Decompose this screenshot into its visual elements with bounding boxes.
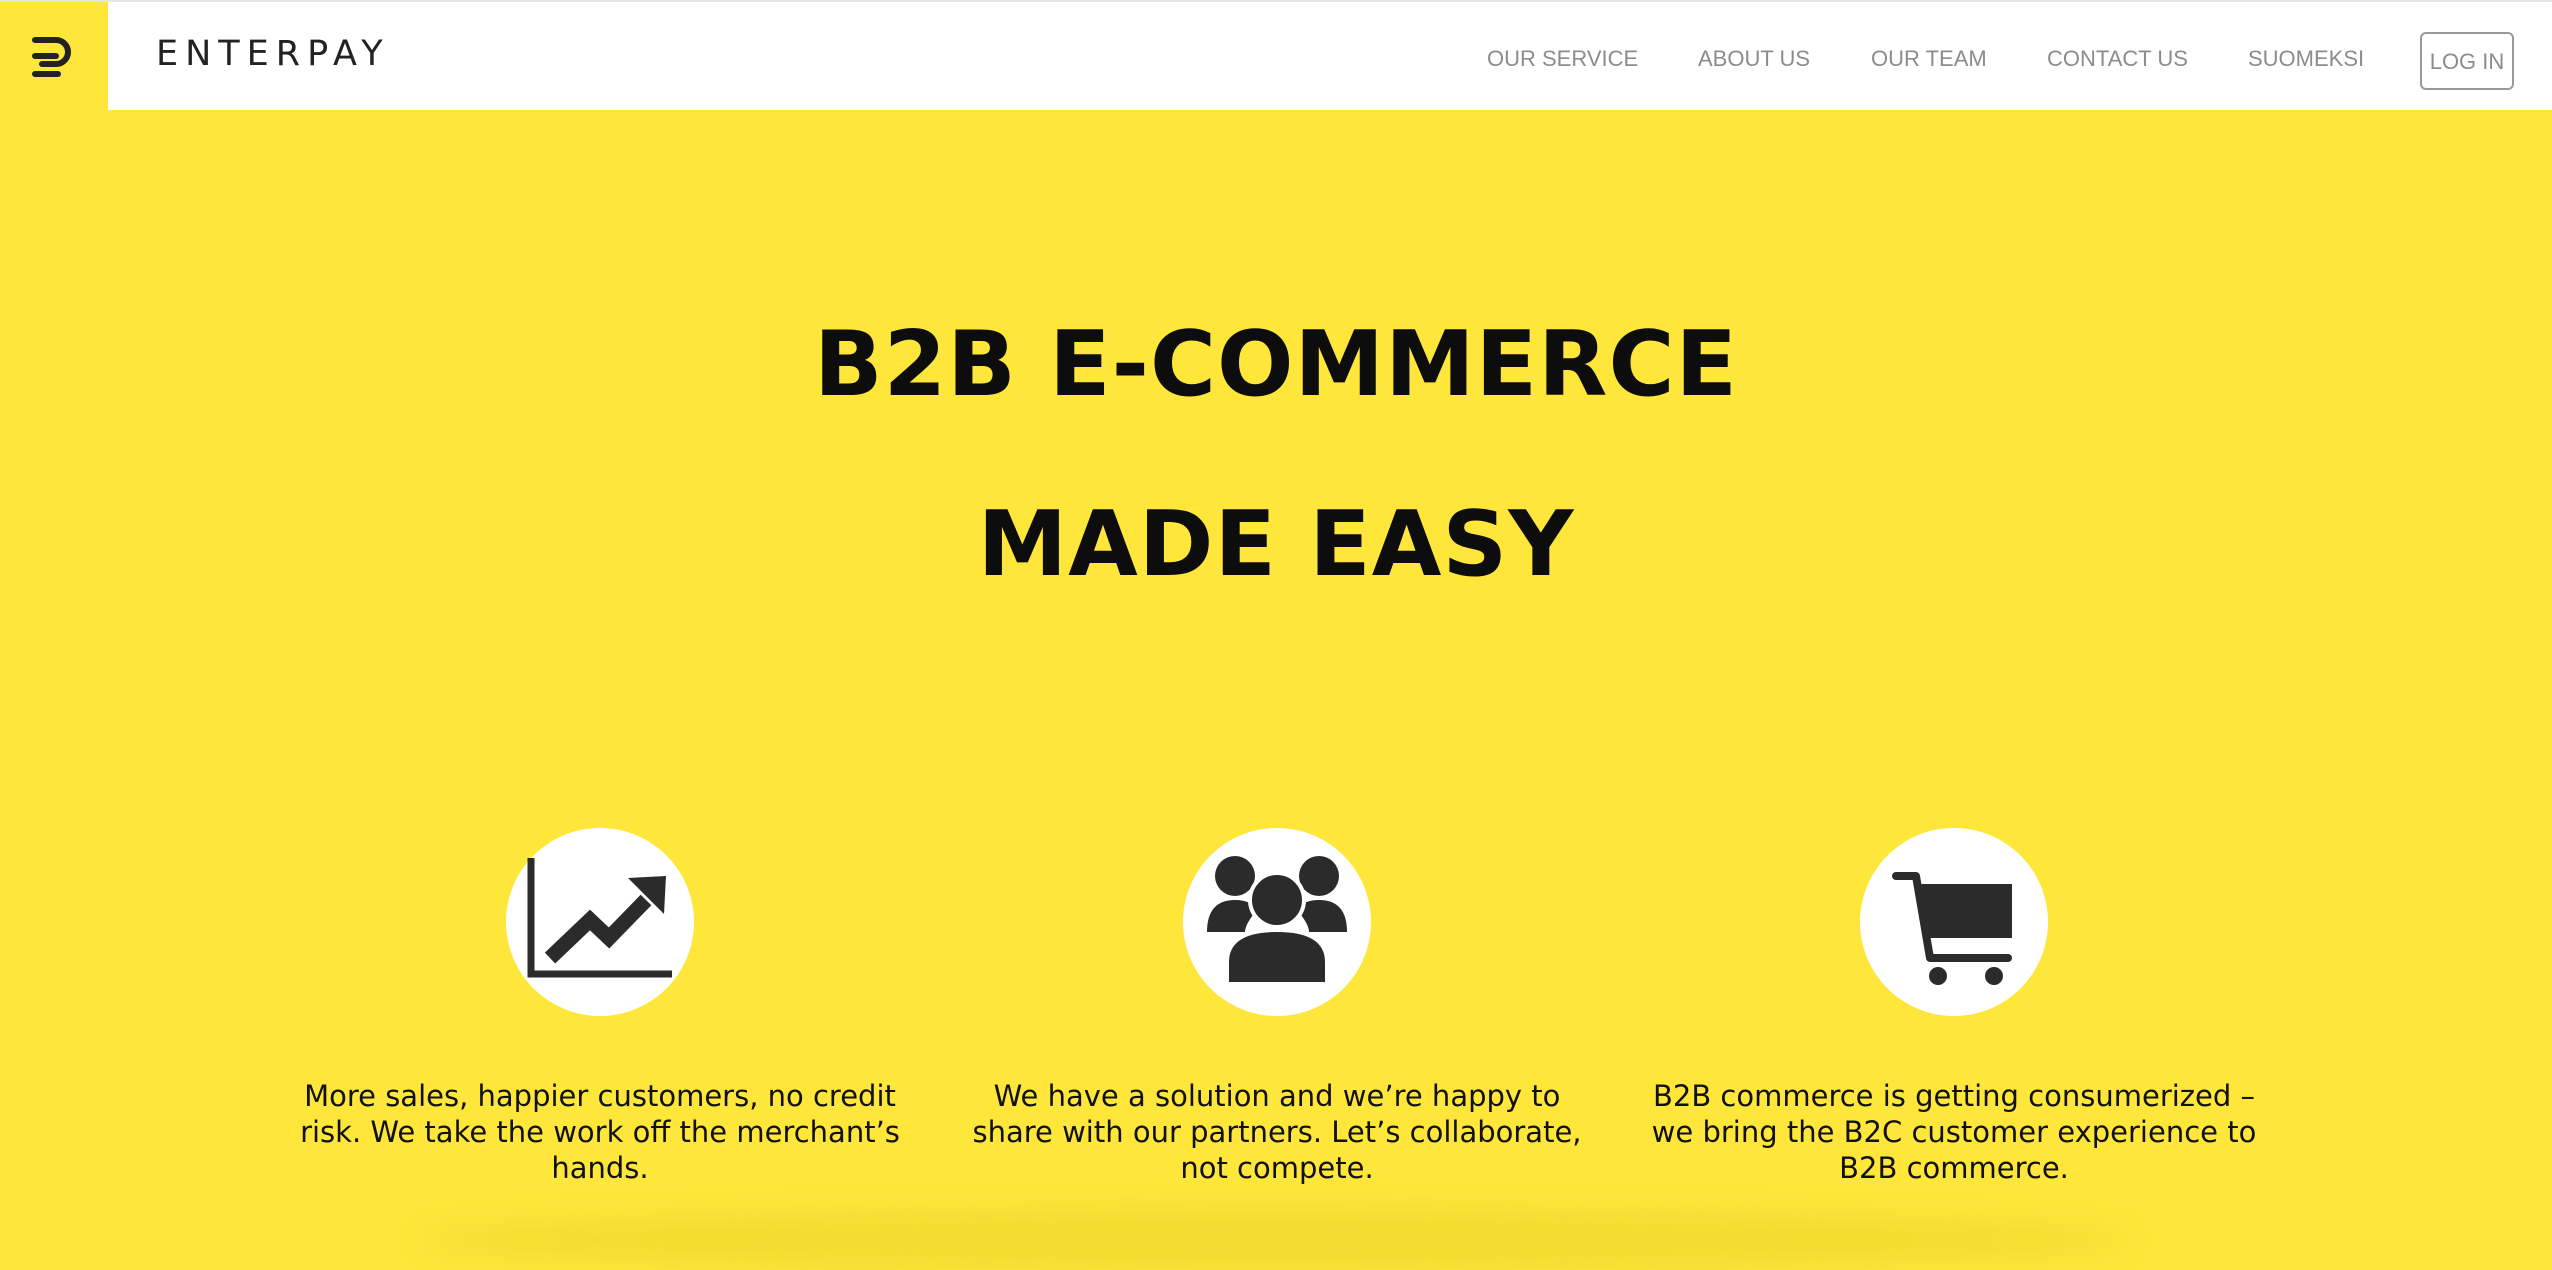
nav-contact-us[interactable]: CONTACT US <box>2047 46 2188 72</box>
feature-text-partners: We have a solution and we’re happy to sh… <box>972 1079 1582 1185</box>
hero-title-line-1: B2B E-COMMERCE <box>814 312 1738 417</box>
enterpay-e-logo-icon[interactable] <box>0 2 108 112</box>
hero-title-line-2: MADE EASY <box>977 492 1575 597</box>
top-navigation-bar: ENTERPAY OUR SERVICE ABOUT US OUR TEAM C… <box>0 0 2552 112</box>
section-shadow <box>420 1210 2130 1270</box>
shopping-cart-icon <box>1860 828 2048 1016</box>
nav-our-team[interactable]: OUR TEAM <box>1871 46 1987 72</box>
feature-text-consumerized: B2B commerce is getting consumerized – w… <box>1651 1079 2257 1185</box>
nav-suomeksi[interactable]: SUOMEKSI <box>2248 46 2364 72</box>
growth-chart-icon <box>506 828 694 1016</box>
nav-about-us[interactable]: ABOUT US <box>1698 46 1810 72</box>
feature-text-sales: More sales, happier customers, no credit… <box>300 1079 900 1185</box>
nav-our-service[interactable]: OUR SERVICE <box>1487 46 1638 72</box>
team-people-icon <box>1183 828 1371 1016</box>
login-button[interactable]: LOG IN <box>2420 32 2514 90</box>
brand-wordmark[interactable]: ENTERPAY <box>156 34 390 74</box>
